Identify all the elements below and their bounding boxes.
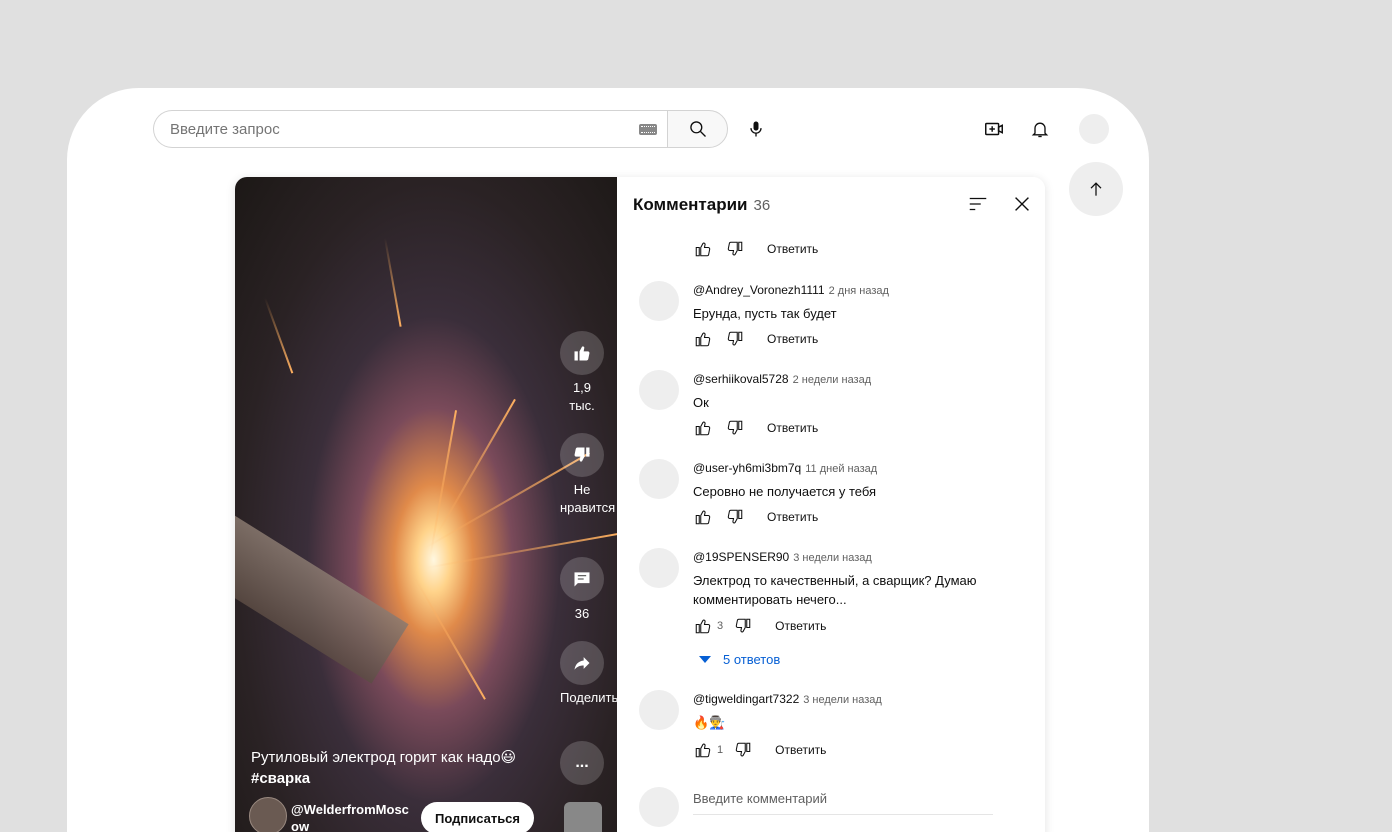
dislike-icon[interactable] bbox=[725, 329, 745, 349]
comment-author[interactable]: @19SPENSER90 bbox=[693, 550, 789, 564]
comment-author[interactable]: @Andrey_Voronezh1111 bbox=[693, 283, 825, 297]
like-icon[interactable] bbox=[693, 418, 713, 438]
comment-text: Электрод то качественный, а сварщик? Дум… bbox=[693, 573, 977, 607]
more-label: ... bbox=[575, 754, 589, 771]
dislike-icon[interactable] bbox=[725, 418, 745, 438]
more-icon: ... bbox=[560, 741, 604, 785]
comment-avatar[interactable] bbox=[639, 459, 679, 499]
comment-time[interactable]: 11 дней назад bbox=[805, 463, 877, 475]
close-button[interactable] bbox=[1011, 193, 1035, 217]
comment-time[interactable]: 3 недели назад bbox=[793, 552, 872, 564]
comment-icon bbox=[574, 572, 590, 587]
dislike-icon[interactable] bbox=[733, 616, 753, 636]
like-icon[interactable] bbox=[693, 239, 713, 259]
comment-time[interactable]: 2 недели назад bbox=[793, 374, 872, 386]
comment-text: Серовно не получается у тебя bbox=[693, 484, 877, 499]
scroll-up-button[interactable] bbox=[1069, 162, 1123, 216]
video-frame-rod bbox=[235, 502, 409, 684]
like-icon[interactable] bbox=[693, 507, 713, 527]
video-spark bbox=[414, 577, 486, 700]
shorts-card: 1,9 тыс. Не нравится 36 Поделиться ... Р… bbox=[235, 177, 1045, 832]
search-icon bbox=[689, 121, 706, 137]
dislike-label: Не нравится bbox=[560, 482, 616, 515]
dislike-icon bbox=[574, 447, 590, 462]
video-player[interactable]: 1,9 тыс. Не нравится 36 Поделиться ... Р… bbox=[235, 177, 617, 832]
account-avatar[interactable] bbox=[1079, 114, 1109, 144]
mic-icon bbox=[750, 121, 762, 137]
dislike-icon[interactable] bbox=[733, 740, 753, 760]
video-title-text: Рутиловый электрод горит как надо😃 bbox=[251, 749, 517, 766]
reply-button[interactable]: Ответить bbox=[767, 421, 818, 435]
close-icon bbox=[1015, 197, 1029, 211]
search-button[interactable] bbox=[667, 110, 728, 148]
comment-author[interactable]: @user-yh6mi3bm7q bbox=[693, 461, 801, 475]
sort-icon bbox=[969, 197, 987, 211]
comments-count: 36 bbox=[574, 606, 590, 621]
my-avatar bbox=[639, 787, 679, 827]
notifications-button[interactable] bbox=[1023, 112, 1057, 146]
bell-icon bbox=[1031, 122, 1049, 138]
comments-panel: Комментарии 36 Ответить @Andrey_Voronezh1… bbox=[617, 177, 1045, 832]
like-icon[interactable] bbox=[693, 329, 713, 349]
replies-label: 5 ответов bbox=[723, 652, 781, 667]
comment-time[interactable]: 3 недели назад bbox=[803, 694, 882, 706]
reply-button[interactable]: Ответить bbox=[775, 743, 826, 757]
subscribe-button[interactable]: Подписаться bbox=[421, 802, 535, 832]
comment-like-count: 1 bbox=[717, 744, 724, 756]
dislike-icon[interactable] bbox=[725, 507, 745, 527]
comments-action[interactable]: 36 bbox=[560, 557, 604, 623]
view-replies-button[interactable]: 5 ответов bbox=[699, 652, 780, 667]
arrow-up-icon bbox=[1090, 182, 1102, 196]
sound-thumbnail[interactable] bbox=[564, 802, 602, 832]
reply-button[interactable]: Ответить bbox=[767, 332, 818, 346]
more-action[interactable]: ... bbox=[560, 741, 604, 789]
like-icon[interactable] bbox=[693, 616, 713, 636]
share-label: Поделиться bbox=[560, 690, 617, 705]
video-hashtag[interactable]: #сварка bbox=[251, 768, 551, 789]
sort-button[interactable] bbox=[967, 193, 991, 217]
comment-text: 🔥👨‍🏭 bbox=[693, 715, 726, 730]
comment-avatar[interactable] bbox=[639, 370, 679, 410]
channel-name[interactable]: @WelderfromMoscow bbox=[291, 801, 415, 832]
comment-time[interactable]: 2 дня назад bbox=[829, 285, 889, 297]
comment-text: Ок bbox=[693, 395, 709, 410]
like-icon bbox=[574, 346, 590, 361]
channel-avatar[interactable] bbox=[249, 797, 287, 832]
comment-avatar[interactable] bbox=[639, 690, 679, 730]
comment-avatar[interactable] bbox=[639, 281, 679, 321]
reply-button[interactable]: Ответить bbox=[775, 619, 826, 633]
comments-header: Комментарии 36 bbox=[633, 195, 770, 215]
dislike-icon[interactable] bbox=[725, 239, 745, 259]
keyboard-icon[interactable] bbox=[639, 124, 657, 135]
reply-button[interactable]: Ответить bbox=[767, 510, 818, 524]
like-count: 1,9 тыс. bbox=[569, 380, 595, 413]
comment-author[interactable]: @serhiikoval5728 bbox=[693, 372, 789, 386]
like-action[interactable]: 1,9 тыс. bbox=[560, 331, 604, 415]
comment-like-count: 3 bbox=[717, 620, 724, 632]
share-action[interactable]: Поделиться bbox=[560, 641, 617, 707]
comments-title: Комментарии bbox=[633, 195, 748, 214]
comments-header-count: 36 bbox=[753, 197, 771, 214]
share-icon bbox=[574, 657, 590, 670]
reply-button[interactable]: Ответить bbox=[767, 242, 818, 256]
voice-search-button[interactable] bbox=[739, 112, 773, 146]
dislike-action[interactable]: Не нравится bbox=[560, 433, 615, 517]
chevron-down-icon bbox=[699, 656, 711, 663]
comment-input[interactable] bbox=[693, 791, 993, 815]
search-box[interactable] bbox=[153, 110, 667, 148]
create-icon bbox=[985, 122, 1003, 136]
search-input[interactable] bbox=[170, 120, 610, 138]
video-spark bbox=[264, 297, 294, 374]
create-button[interactable] bbox=[977, 112, 1011, 146]
comment-author[interactable]: @tigweldingart7322 bbox=[693, 692, 799, 706]
like-icon[interactable] bbox=[693, 740, 713, 760]
video-spark bbox=[384, 237, 402, 327]
comment-text: Ерунда, пусть так будет bbox=[693, 306, 837, 321]
video-title: Рутиловый электрод горит как надо😃 #свар… bbox=[251, 747, 551, 789]
comment-avatar[interactable] bbox=[639, 548, 679, 588]
